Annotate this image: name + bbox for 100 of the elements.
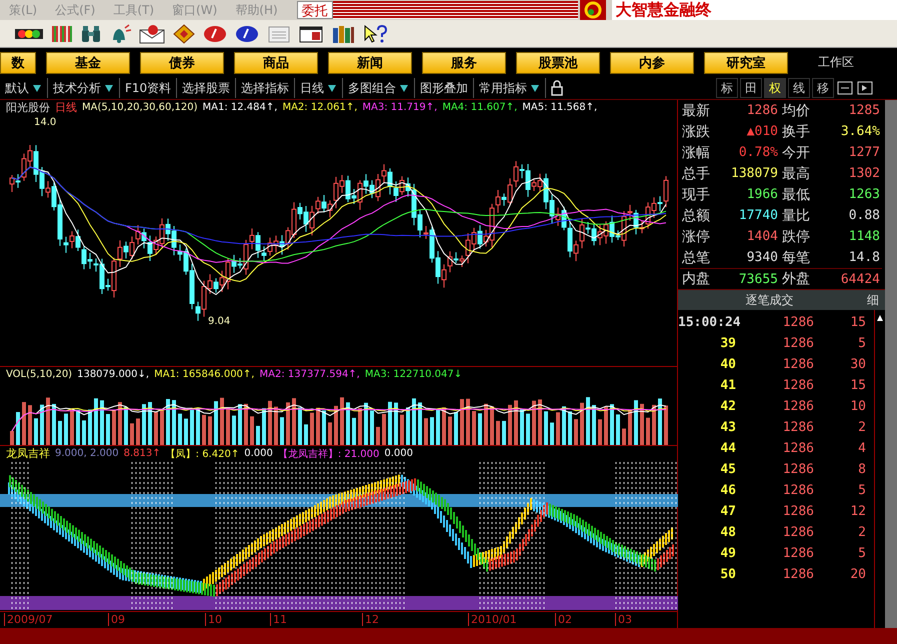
market-button[interactable]: 内参 (610, 52, 694, 74)
trade-volume: 5 (857, 546, 866, 561)
panel-tab[interactable]: 田 (740, 78, 762, 98)
trade-price: 1286 (782, 420, 814, 435)
indicator-value: 【凤】: 6.420↑ (166, 448, 240, 461)
date-label: 12 (362, 613, 379, 626)
high-price-label: 14.0 (34, 116, 56, 128)
oval-icon[interactable] (202, 24, 228, 44)
quote-label: 每笔 (781, 248, 811, 266)
brand-title: 大智慧金融终 (612, 0, 897, 20)
panel-tab[interactable]: 移 (812, 78, 834, 98)
quote-value: 1285 (848, 103, 881, 118)
oval-icon[interactable] (234, 24, 260, 44)
scroll-up-icon[interactable] (876, 314, 884, 322)
panel-tab[interactable]: 标 (716, 78, 738, 98)
quote-value: 1404 (746, 229, 779, 244)
ma-value: MA4: 11.607↑, (442, 102, 518, 114)
trade-volume: 4 (857, 441, 866, 456)
books-icon[interactable] (330, 24, 356, 44)
date-label: 2009/07 (4, 613, 53, 626)
panel-tab[interactable]: 权 (764, 78, 786, 98)
indicator-value: 8.813↑ (124, 448, 161, 460)
help-icon[interactable] (362, 24, 388, 44)
quote-label: 跌停 (781, 228, 811, 246)
play-icon[interactable] (856, 80, 874, 96)
quote-value: 0.88 (848, 208, 881, 223)
date-label: 09 (108, 613, 125, 626)
market-button[interactable]: 数 (0, 52, 36, 74)
market-button[interactable]: 股票池 (516, 52, 600, 74)
trade-time: 47 (719, 504, 736, 519)
quote-value: 1302 (848, 166, 881, 181)
market-button[interactable]: 商品 (234, 52, 318, 74)
workspace-label[interactable]: 工作区 (818, 54, 854, 71)
logo-icon (580, 0, 606, 20)
caret-icon (399, 83, 410, 93)
trade-volume: 15 (849, 315, 866, 330)
quote-value: 3.64% (840, 124, 881, 139)
quote-value: 1966 (746, 187, 779, 202)
trade-volume: 30 (849, 357, 866, 372)
quote-value: 1263 (848, 187, 881, 202)
quote-value: 9340 (746, 250, 779, 265)
trade-price: 1286 (782, 567, 814, 582)
trade-volume: 5 (857, 336, 866, 351)
trade-price: 1286 (782, 504, 814, 519)
quote-label: 最新 (681, 102, 711, 120)
market-button[interactable]: 研究室 (704, 52, 788, 74)
ma-value: MA5: 11.568↑, (522, 102, 598, 114)
caret-icon (327, 83, 338, 93)
quote-label: 总额 (681, 206, 711, 224)
trade-volume: 2 (857, 525, 866, 540)
trade-price: 1286 (782, 357, 814, 372)
quote-label: 量比 (781, 206, 811, 224)
window-icon[interactable] (836, 80, 854, 96)
quote-label: 涨幅 (681, 144, 711, 162)
caret-icon (104, 83, 114, 93)
window-icon[interactable] (298, 24, 324, 44)
quote-label: 现手 (681, 186, 711, 204)
indicator-value: 0.000 (244, 448, 273, 460)
date-label: 2010/01 (468, 613, 517, 626)
lock-icon[interactable] (550, 80, 564, 96)
date-label: 03 (615, 613, 632, 626)
market-button[interactable]: 基金 (46, 52, 130, 74)
trade-price: 1286 (782, 441, 814, 456)
market-button[interactable]: 服务 (422, 52, 506, 74)
ma-value: MA3: 11.719↑, (362, 102, 438, 114)
ma-value: MA1: 12.484↑, (202, 102, 278, 114)
trade-time: 42 (719, 399, 736, 414)
order-button[interactable]: 委托 (296, 1, 333, 19)
trade-time: 48 (719, 525, 736, 540)
volume-value: MA1: 165846.000↑, (154, 369, 254, 380)
trade-volume: 12 (849, 504, 866, 519)
date-label: 11 (270, 613, 287, 626)
trade-price: 1286 (782, 546, 814, 561)
indicator-value: 0.000 (384, 448, 414, 460)
stripes-icon[interactable] (50, 24, 74, 44)
volume-value: 138079.000↓, (77, 369, 150, 380)
trade-price: 1286 (782, 525, 814, 540)
quote-label: 均价 (781, 102, 811, 120)
trade-volume: 2 (857, 420, 866, 435)
trade-time: 39 (719, 336, 736, 351)
trade-price: 1286 (782, 336, 814, 351)
binoculars-icon[interactable] (80, 24, 102, 44)
market-button[interactable]: 新闻 (328, 52, 412, 74)
scrollbar-track[interactable] (885, 100, 897, 628)
trade-time: 43 (719, 420, 736, 435)
quote-value: 1286 (746, 103, 779, 118)
volume-title: VOL(5,10,20) (6, 369, 72, 380)
mail-icon[interactable] (138, 24, 166, 44)
market-button[interactable]: 债券 (140, 52, 224, 74)
quote-label: 总笔 (681, 248, 711, 266)
quote-label: 今开 (781, 144, 811, 162)
trade-volume: 10 (849, 399, 866, 414)
diamond-icon[interactable] (172, 24, 196, 44)
caret-icon (530, 83, 540, 93)
panel-tab[interactable]: 线 (788, 78, 810, 98)
trade-time: 41 (719, 378, 736, 393)
quote-value: ▲010 (746, 124, 779, 139)
volume-value: MA2: 137377.594↑, (259, 369, 360, 380)
trades-title: 逐笔成交 (744, 292, 794, 308)
trade-price: 1286 (782, 399, 814, 414)
